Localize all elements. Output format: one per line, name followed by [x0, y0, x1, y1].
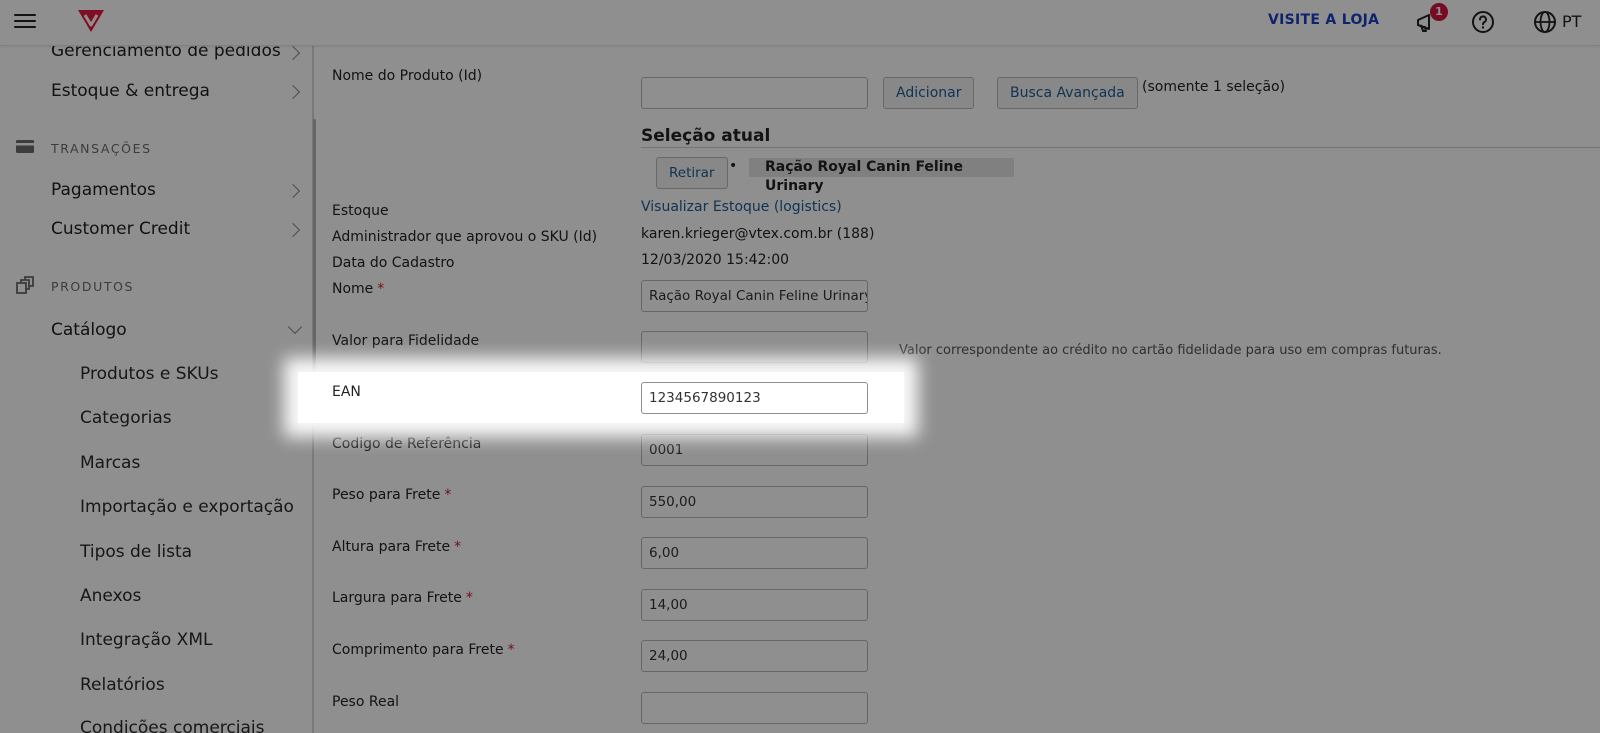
sidebar-item-payments[interactable]: Pagamentos [51, 180, 156, 200]
language-selector[interactable]: PT [1562, 12, 1581, 31]
sidebar-subitem-xml-integration[interactable]: Integração XML [80, 630, 212, 650]
name-input[interactable]: Ração Royal Canin Feline Urinary [641, 280, 868, 312]
section-heading-products: PRODUTOS [51, 279, 135, 294]
loyalty-value-input[interactable] [641, 331, 868, 363]
add-button[interactable]: Adicionar [883, 77, 975, 109]
vtex-logo[interactable] [76, 8, 106, 34]
reference-code-label: Codigo de Referência [332, 436, 482, 452]
hamburger-menu-icon[interactable] [14, 11, 36, 33]
sidebar-subitem-commercial-conditions[interactable]: Condições comerciais [80, 718, 264, 733]
ean-input[interactable]: 1234567890123 [641, 382, 868, 414]
stock-label: Estoque [332, 203, 389, 219]
view-stock-link[interactable]: Visualizar Estoque (logistics) [641, 199, 842, 215]
sidebar-item-order-management[interactable]: Gerenciamento de pedidos [51, 46, 281, 61]
help-icon[interactable] [1470, 9, 1496, 35]
shipping-length-label: Comprimento para Frete * [332, 642, 515, 658]
sidebar-item-catalog[interactable]: Catálogo [51, 320, 127, 340]
approver-label: Administrador que aprovou o SKU (Id) [332, 229, 598, 245]
shipping-length-input[interactable]: 24,00 [641, 640, 868, 672]
chevron-right-icon [285, 183, 301, 199]
sidebar-subitem-attachments[interactable]: Anexos [80, 586, 141, 606]
bullet: • [729, 158, 738, 174]
section-heading-transactions: TRANSAÇÕES [51, 141, 152, 156]
remove-button[interactable]: Retirar [656, 157, 728, 189]
credit-card-icon [16, 140, 34, 153]
chevron-right-icon [285, 46, 301, 61]
approver-value: karen.krieger@vtex.com.br (188) [641, 226, 875, 242]
product-name-label: Nome do Produto (Id) [332, 68, 483, 84]
sidebar-subitem-brands[interactable]: Marcas [80, 453, 140, 473]
sidebar-subitem-products-skus[interactable]: Produtos e SKUs [80, 364, 219, 384]
sidebar-subitem-reports[interactable]: Relatórios [80, 675, 165, 695]
sidebar-subitem-categories[interactable]: Categorias [80, 408, 172, 428]
top-bar: VISITE A LOJA 1 PT [0, 0, 1600, 46]
reference-code-input[interactable]: 0001 [641, 434, 868, 466]
chevron-right-icon [285, 222, 301, 238]
ean-spotlight: EAN 1234567890123 [298, 372, 904, 423]
real-weight-input[interactable] [641, 692, 868, 724]
chevron-right-icon [285, 84, 301, 100]
sidebar-item-stock-delivery[interactable]: Estoque & entrega [51, 81, 210, 101]
name-label: Nome * [332, 281, 385, 297]
advanced-search-button[interactable]: Busca Avançada [997, 77, 1138, 109]
real-weight-label: Peso Real [332, 694, 400, 710]
selected-product: Ração Royal Canin Feline Urinary [749, 158, 1014, 194]
single-selection-note: (somente 1 seleção) [1142, 79, 1286, 95]
created-date-value: 12/03/2020 15:42:00 [641, 252, 790, 268]
shipping-weight-label: Peso para Frete * [332, 487, 452, 503]
products-stack-icon [16, 276, 34, 294]
shipping-height-label: Altura para Frete * [332, 539, 462, 555]
divider [641, 147, 1600, 148]
product-name-input[interactable] [641, 77, 868, 109]
loyalty-value-label: Valor para Fidelidade [332, 333, 480, 349]
shipping-height-input[interactable]: 6,00 [641, 537, 868, 569]
created-date-label: Data do Cadastro [332, 255, 455, 271]
sidebar: Gerenciamento de pedidos Estoque & entre… [0, 46, 314, 733]
shipping-weight-input[interactable]: 550,00 [641, 486, 868, 518]
current-selection-title: Seleção atual [641, 126, 771, 146]
sidebar-subitem-list-types[interactable]: Tipos de lista [80, 542, 192, 562]
loyalty-hint: Valor correspondente ao crédito no cartã… [899, 343, 1442, 358]
ean-label: EAN [332, 384, 361, 400]
notification-badge: 1 [1430, 3, 1448, 21]
shipping-width-input[interactable]: 14,00 [641, 589, 868, 621]
sidebar-item-customer-credit[interactable]: Customer Credit [51, 219, 190, 239]
visit-store-link[interactable]: VISITE A LOJA [1268, 12, 1379, 28]
chevron-down-icon [287, 319, 303, 335]
shipping-width-label: Largura para Frete * [332, 590, 473, 606]
globe-icon[interactable] [1532, 9, 1558, 35]
sidebar-subitem-import-export[interactable]: Importação e exportação [80, 497, 294, 517]
